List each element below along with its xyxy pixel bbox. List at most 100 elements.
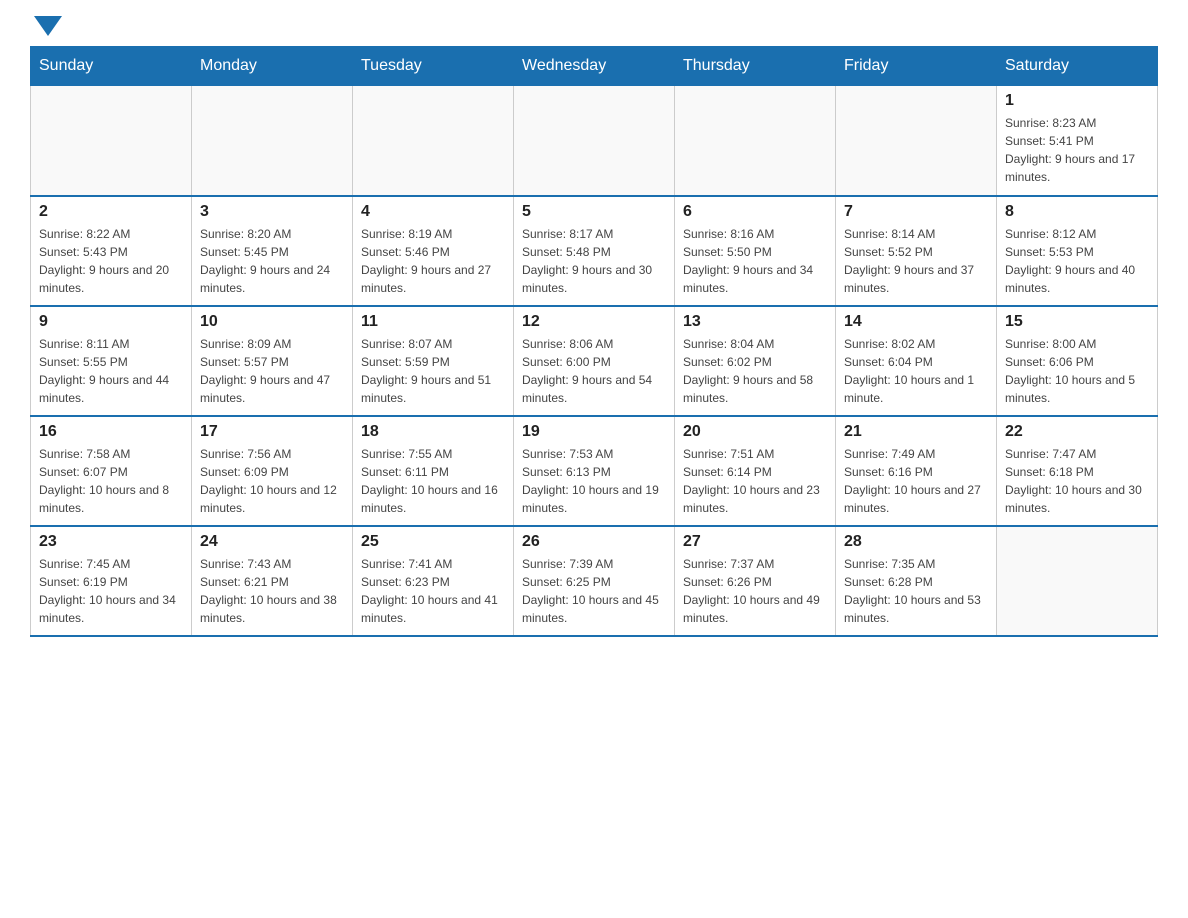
calendar-cell: 8 Sunrise: 8:12 AMSunset: 5:53 PMDaylight… [997, 196, 1158, 306]
day-number: 15 [1005, 313, 1149, 331]
day-info: Sunrise: 8:17 AMSunset: 5:48 PMDaylight:… [522, 225, 666, 297]
day-info: Sunrise: 7:37 AMSunset: 6:26 PMDaylight:… [683, 555, 827, 627]
calendar-cell: 10 Sunrise: 8:09 AMSunset: 5:57 PMDayligh… [192, 306, 353, 416]
day-info: Sunrise: 7:55 AMSunset: 6:11 PMDaylight:… [361, 445, 505, 517]
day-number: 14 [844, 313, 988, 331]
calendar-cell: 14 Sunrise: 8:02 AMSunset: 6:04 PMDayligh… [836, 306, 997, 416]
calendar-header: SundayMondayTuesdayWednesdayThursdayFrid… [31, 47, 1158, 86]
calendar-cell [836, 86, 997, 196]
calendar-cell: 4 Sunrise: 8:19 AMSunset: 5:46 PMDaylight… [353, 196, 514, 306]
calendar-cell: 2 Sunrise: 8:22 AMSunset: 5:43 PMDaylight… [31, 196, 192, 306]
page-header [30, 20, 1158, 36]
calendar-cell: 13Sunrise: 8:04 AMSunset: 6:02 PMDayligh… [675, 306, 836, 416]
calendar-cell: 7 Sunrise: 8:14 AMSunset: 5:52 PMDaylight… [836, 196, 997, 306]
day-number: 11 [361, 313, 505, 331]
calendar-cell: 6 Sunrise: 8:16 AMSunset: 5:50 PMDaylight… [675, 196, 836, 306]
day-number: 18 [361, 423, 505, 441]
calendar-cell [514, 86, 675, 196]
day-info: Sunrise: 7:58 AMSunset: 6:07 PMDaylight:… [39, 445, 183, 517]
day-number: 10 [200, 313, 344, 331]
calendar-cell: 16 Sunrise: 7:58 AMSunset: 6:07 PMDayligh… [31, 416, 192, 526]
day-number: 6 [683, 203, 827, 221]
day-number: 22 [1005, 423, 1149, 441]
day-number: 23 [39, 533, 183, 551]
calendar-cell [192, 86, 353, 196]
day-info: Sunrise: 7:53 AMSunset: 6:13 PMDaylight:… [522, 445, 666, 517]
day-number: 28 [844, 533, 988, 551]
day-info: Sunrise: 7:39 AMSunset: 6:25 PMDaylight:… [522, 555, 666, 627]
header-day-wednesday: Wednesday [514, 47, 675, 86]
day-info: Sunrise: 7:41 AMSunset: 6:23 PMDaylight:… [361, 555, 505, 627]
day-info: Sunrise: 7:45 AMSunset: 6:19 PMDaylight:… [39, 555, 183, 627]
day-number: 17 [200, 423, 344, 441]
day-number: 27 [683, 533, 827, 551]
calendar-cell [31, 86, 192, 196]
day-info: Sunrise: 7:35 AMSunset: 6:28 PMDaylight:… [844, 555, 988, 627]
calendar-cell [675, 86, 836, 196]
day-number: 13 [683, 313, 827, 331]
day-info: Sunrise: 8:00 AMSunset: 6:06 PMDaylight:… [1005, 335, 1149, 407]
calendar-cell: 21Sunrise: 7:49 AMSunset: 6:16 PMDayligh… [836, 416, 997, 526]
calendar-cell: 1Sunrise: 8:23 AMSunset: 5:41 PMDaylight… [997, 86, 1158, 196]
header-day-friday: Friday [836, 47, 997, 86]
calendar-cell: 11 Sunrise: 8:07 AMSunset: 5:59 PMDayligh… [353, 306, 514, 416]
day-number: 2 [39, 203, 183, 221]
day-number: 16 [39, 423, 183, 441]
calendar-week-3: 16 Sunrise: 7:58 AMSunset: 6:07 PMDayligh… [31, 416, 1158, 526]
header-day-tuesday: Tuesday [353, 47, 514, 86]
day-info: Sunrise: 7:51 AMSunset: 6:14 PMDaylight:… [683, 445, 827, 517]
day-info: Sunrise: 8:07 AMSunset: 5:59 PMDaylight:… [361, 335, 505, 407]
day-info: Sunrise: 8:20 AMSunset: 5:45 PMDaylight:… [200, 225, 344, 297]
header-day-sunday: Sunday [31, 47, 192, 86]
day-number: 26 [522, 533, 666, 551]
header-day-monday: Monday [192, 47, 353, 86]
day-number: 4 [361, 203, 505, 221]
day-info: Sunrise: 7:43 AMSunset: 6:21 PMDaylight:… [200, 555, 344, 627]
logo [30, 20, 62, 36]
day-info: Sunrise: 8:12 AMSunset: 5:53 PMDaylight:… [1005, 225, 1149, 297]
day-info: Sunrise: 8:16 AMSunset: 5:50 PMDaylight:… [683, 225, 827, 297]
day-number: 20 [683, 423, 827, 441]
calendar-cell: 24 Sunrise: 7:43 AMSunset: 6:21 PMDayligh… [192, 526, 353, 636]
day-info: Sunrise: 8:23 AMSunset: 5:41 PMDaylight:… [1005, 114, 1149, 186]
day-info: Sunrise: 7:47 AMSunset: 6:18 PMDaylight:… [1005, 445, 1149, 517]
calendar-week-1: 2 Sunrise: 8:22 AMSunset: 5:43 PMDaylight… [31, 196, 1158, 306]
day-number: 12 [522, 313, 666, 331]
calendar-week-4: 23 Sunrise: 7:45 AMSunset: 6:19 PMDayligh… [31, 526, 1158, 636]
day-info: Sunrise: 8:09 AMSunset: 5:57 PMDaylight:… [200, 335, 344, 407]
calendar-cell: 15 Sunrise: 8:00 AMSunset: 6:06 PMDayligh… [997, 306, 1158, 416]
day-info: Sunrise: 8:06 AMSunset: 6:00 PMDaylight:… [522, 335, 666, 407]
day-number: 25 [361, 533, 505, 551]
calendar-cell: 27 Sunrise: 7:37 AMSunset: 6:26 PMDayligh… [675, 526, 836, 636]
calendar-week-0: 1Sunrise: 8:23 AMSunset: 5:41 PMDaylight… [31, 86, 1158, 196]
day-number: 5 [522, 203, 666, 221]
header-day-thursday: Thursday [675, 47, 836, 86]
calendar-cell: 5 Sunrise: 8:17 AMSunset: 5:48 PMDaylight… [514, 196, 675, 306]
day-info: Sunrise: 8:02 AMSunset: 6:04 PMDaylight:… [844, 335, 988, 407]
calendar-cell: 23 Sunrise: 7:45 AMSunset: 6:19 PMDayligh… [31, 526, 192, 636]
day-info: Sunrise: 8:22 AMSunset: 5:43 PMDaylight:… [39, 225, 183, 297]
day-number: 21 [844, 423, 988, 441]
day-number: 3 [200, 203, 344, 221]
day-info: Sunrise: 8:19 AMSunset: 5:46 PMDaylight:… [361, 225, 505, 297]
calendar-cell: 17 Sunrise: 7:56 AMSunset: 6:09 PMDayligh… [192, 416, 353, 526]
calendar-cell: 3 Sunrise: 8:20 AMSunset: 5:45 PMDaylight… [192, 196, 353, 306]
day-number: 9 [39, 313, 183, 331]
calendar-cell: 19 Sunrise: 7:53 AMSunset: 6:13 PMDayligh… [514, 416, 675, 526]
day-number: 19 [522, 423, 666, 441]
calendar-cell: 26 Sunrise: 7:39 AMSunset: 6:25 PMDayligh… [514, 526, 675, 636]
calendar-cell: 22 Sunrise: 7:47 AMSunset: 6:18 PMDayligh… [997, 416, 1158, 526]
calendar-cell: 12 Sunrise: 8:06 AMSunset: 6:00 PMDayligh… [514, 306, 675, 416]
header-day-saturday: Saturday [997, 47, 1158, 86]
calendar-cell [997, 526, 1158, 636]
day-number: 7 [844, 203, 988, 221]
day-info: Sunrise: 8:14 AMSunset: 5:52 PMDaylight:… [844, 225, 988, 297]
day-info: Sunrise: 8:11 AMSunset: 5:55 PMDaylight:… [39, 335, 183, 407]
day-info: Sunrise: 7:56 AMSunset: 6:09 PMDaylight:… [200, 445, 344, 517]
calendar-body: 1Sunrise: 8:23 AMSunset: 5:41 PMDaylight… [31, 86, 1158, 636]
calendar-cell [353, 86, 514, 196]
day-number: 24 [200, 533, 344, 551]
day-number: 8 [1005, 203, 1149, 221]
calendar-week-2: 9 Sunrise: 8:11 AMSunset: 5:55 PMDaylight… [31, 306, 1158, 416]
calendar-cell: 18 Sunrise: 7:55 AMSunset: 6:11 PMDayligh… [353, 416, 514, 526]
